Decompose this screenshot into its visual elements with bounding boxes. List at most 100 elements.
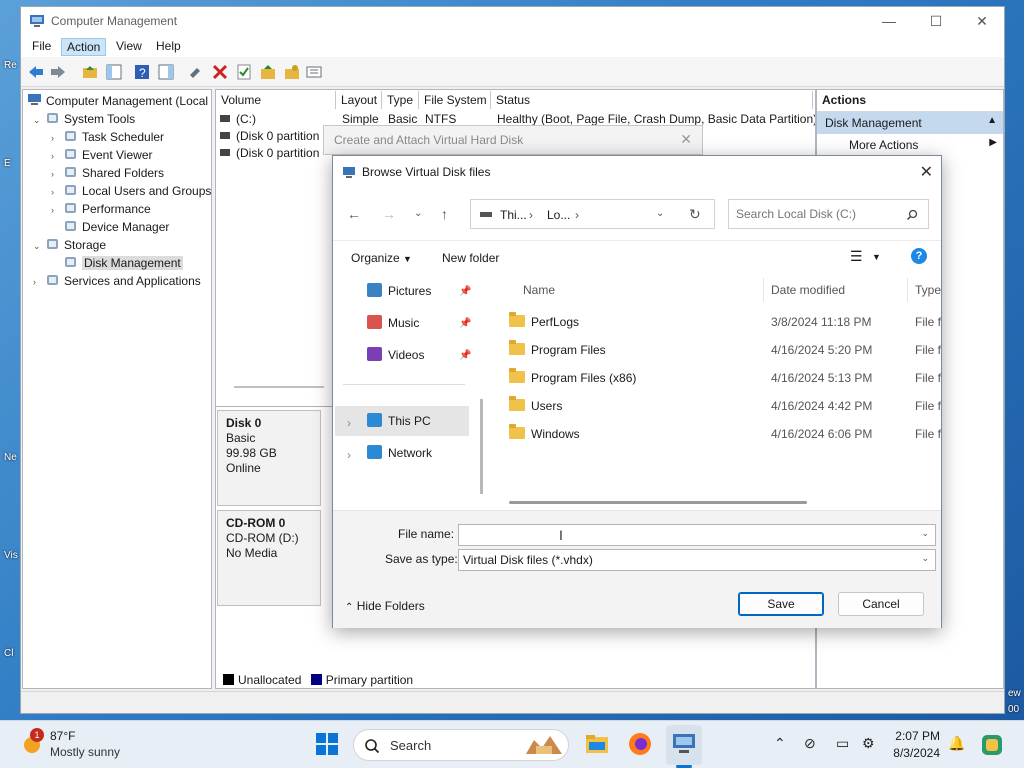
- taskbar-search[interactable]: Search: [353, 729, 569, 761]
- address-dropdown-icon[interactable]: ⌄: [656, 208, 664, 219]
- clock-date[interactable]: 8/3/2024: [890, 746, 940, 760]
- desktop-icon-label[interactable]: Cl: [4, 648, 13, 659]
- desktop-icon-label[interactable]: Vis: [4, 550, 18, 561]
- file-explorer-icon[interactable]: [584, 731, 610, 757]
- save-type-select[interactable]: Virtual Disk files (*.vhdx) ⌄: [458, 549, 936, 571]
- chevron-down-icon[interactable]: ▼: [872, 252, 881, 262]
- desktop-icon-label[interactable]: Ne: [4, 452, 17, 463]
- breadcrumb-segment[interactable]: Thi...: [500, 208, 527, 222]
- maximize-button[interactable]: ☐: [921, 11, 951, 31]
- forward-icon[interactable]: [49, 63, 67, 81]
- copilot-icon[interactable]: [980, 733, 1004, 757]
- column-header-type[interactable]: Type: [915, 278, 941, 302]
- desktop-icon-label[interactable]: Re: [4, 60, 17, 71]
- properties-icon[interactable]: [235, 63, 253, 81]
- volume-cell-volume[interactable]: (Disk 0 partition: [236, 145, 319, 161]
- file-row[interactable]: PerfLogs 3/8/2024 11:18 PM File fo: [509, 308, 941, 336]
- connect-icon[interactable]: [187, 63, 205, 81]
- horizontal-scrollbar[interactable]: [509, 501, 807, 504]
- nav-item-pictures[interactable]: Pictures: [367, 276, 431, 306]
- show-hide-tree-icon[interactable]: [105, 63, 123, 81]
- column-header-layout[interactable]: Layout: [336, 91, 382, 109]
- display-icon[interactable]: ▭: [836, 735, 849, 752]
- back-icon[interactable]: [27, 63, 45, 81]
- file-row[interactable]: Users 4/16/2024 4:42 PM File fo: [509, 392, 941, 420]
- tree-root[interactable]: Computer Management (Local: [27, 92, 208, 110]
- horizontal-scrollbar[interactable]: [234, 386, 324, 388]
- tree-item-disk-management[interactable]: Disk Management: [51, 254, 183, 272]
- menu-action[interactable]: Action: [61, 38, 107, 56]
- column-header-volume[interactable]: Volume: [216, 91, 336, 109]
- weather-description[interactable]: Mostly sunny: [50, 745, 120, 759]
- show-hide-action-pane-icon[interactable]: [157, 63, 175, 81]
- weather-temperature[interactable]: 87°F: [50, 729, 75, 743]
- menu-help[interactable]: Help: [151, 38, 186, 56]
- export-list-icon[interactable]: [259, 63, 277, 81]
- column-header-type[interactable]: Type: [382, 91, 419, 109]
- pin-icon[interactable]: 📌: [459, 318, 471, 329]
- volume-cell-volume[interactable]: (C:): [236, 111, 256, 127]
- breadcrumb-segment[interactable]: Lo...: [547, 208, 570, 222]
- close-button[interactable]: ✕: [967, 11, 997, 31]
- pin-icon[interactable]: 📌: [459, 350, 471, 361]
- chevron-up-icon[interactable]: ⌃: [774, 735, 786, 752]
- file-row[interactable]: Windows 4/16/2024 6:06 PM File fo: [509, 420, 941, 448]
- chevron-down-icon[interactable]: ⌄: [921, 553, 929, 564]
- disk-0-block[interactable]: Disk 0 Basic 99.98 GB Online: [217, 410, 321, 506]
- chevron-right-icon[interactable]: ›: [347, 448, 351, 462]
- chevron-right-icon[interactable]: ›: [51, 165, 63, 183]
- cancel-button[interactable]: Cancel: [838, 592, 924, 616]
- address-bar[interactable]: Thi... › Lo... › ⌄ ↻: [470, 199, 715, 229]
- back-icon[interactable]: ←: [347, 206, 361, 222]
- help-icon[interactable]: ?: [911, 248, 927, 264]
- delete-icon[interactable]: [211, 63, 229, 81]
- nav-item-videos[interactable]: Videos: [367, 340, 424, 370]
- collapse-icon[interactable]: ▲: [987, 115, 997, 126]
- column-header-status[interactable]: Status: [491, 91, 813, 109]
- network-off-icon[interactable]: ⊘: [804, 735, 816, 752]
- more-actions[interactable]: More Actions ▶: [817, 134, 1003, 156]
- chevron-right-icon[interactable]: ›: [51, 201, 63, 219]
- file-row[interactable]: Program Files 4/16/2024 5:20 PM File fo: [509, 336, 941, 364]
- computer-management-taskbar-icon[interactable]: [671, 731, 697, 757]
- pin-icon[interactable]: 📌: [459, 286, 471, 297]
- minimize-button[interactable]: —: [874, 11, 904, 31]
- hide-folders-button[interactable]: ⌃ Hide Folders: [345, 599, 425, 613]
- chevron-down-icon[interactable]: ⌄: [33, 237, 45, 255]
- nav-item-music[interactable]: Music: [367, 308, 419, 338]
- tree-item-event-viewer[interactable]: › Event Viewer: [51, 146, 152, 164]
- help-icon[interactable]: ?: [133, 63, 151, 81]
- title-bar[interactable]: Computer Management — ☐ ✕: [21, 7, 1004, 35]
- up-icon[interactable]: ↑: [441, 206, 448, 222]
- up-folder-icon[interactable]: [81, 63, 99, 81]
- tree-item-storage[interactable]: ⌄ Storage: [33, 236, 106, 254]
- nav-item-this-pc[interactable]: This PC: [335, 406, 469, 436]
- tree-item-performance[interactable]: › Performance: [51, 200, 151, 218]
- search-box[interactable]: [728, 199, 929, 229]
- forward-icon[interactable]: →: [382, 206, 396, 222]
- actions-section-disk-management[interactable]: Disk Management ▲: [817, 112, 1003, 134]
- start-icon[interactable]: [314, 731, 340, 757]
- menu-view[interactable]: View: [111, 38, 147, 56]
- notification-bell-icon[interactable]: 🔔: [948, 735, 965, 752]
- menu-file[interactable]: File: [27, 38, 56, 56]
- file-row[interactable]: Program Files (x86) 4/16/2024 5:13 PM File…: [509, 364, 941, 392]
- chevron-right-icon[interactable]: ›: [51, 147, 63, 165]
- organize-button[interactable]: Organize ▼: [351, 251, 412, 265]
- chevron-right-icon[interactable]: ›: [347, 416, 351, 430]
- column-header-date[interactable]: Date modified: [771, 278, 845, 302]
- refresh-folder-icon[interactable]: [283, 63, 301, 81]
- cdrom-0-block[interactable]: CD-ROM 0 CD-ROM (D:) No Media: [217, 510, 321, 606]
- search-input[interactable]: [736, 207, 901, 221]
- settings-icon[interactable]: ⚙: [862, 735, 875, 752]
- tree-item-task-scheduler[interactable]: › Task Scheduler: [51, 128, 164, 146]
- column-header-name[interactable]: Name: [523, 278, 555, 302]
- save-button[interactable]: Save: [738, 592, 824, 616]
- tree-item-services-and-applications[interactable]: › Services and Applications: [33, 272, 201, 290]
- chevron-right-icon[interactable]: ›: [51, 183, 63, 201]
- file-name-field[interactable]: I ⌄: [458, 524, 936, 546]
- clock-time[interactable]: 2:07 PM: [890, 729, 940, 743]
- tree-item-device-manager[interactable]: Device Manager: [51, 218, 169, 236]
- column-header-file-system[interactable]: File System: [419, 91, 491, 109]
- refresh-icon[interactable]: ↻: [689, 206, 701, 223]
